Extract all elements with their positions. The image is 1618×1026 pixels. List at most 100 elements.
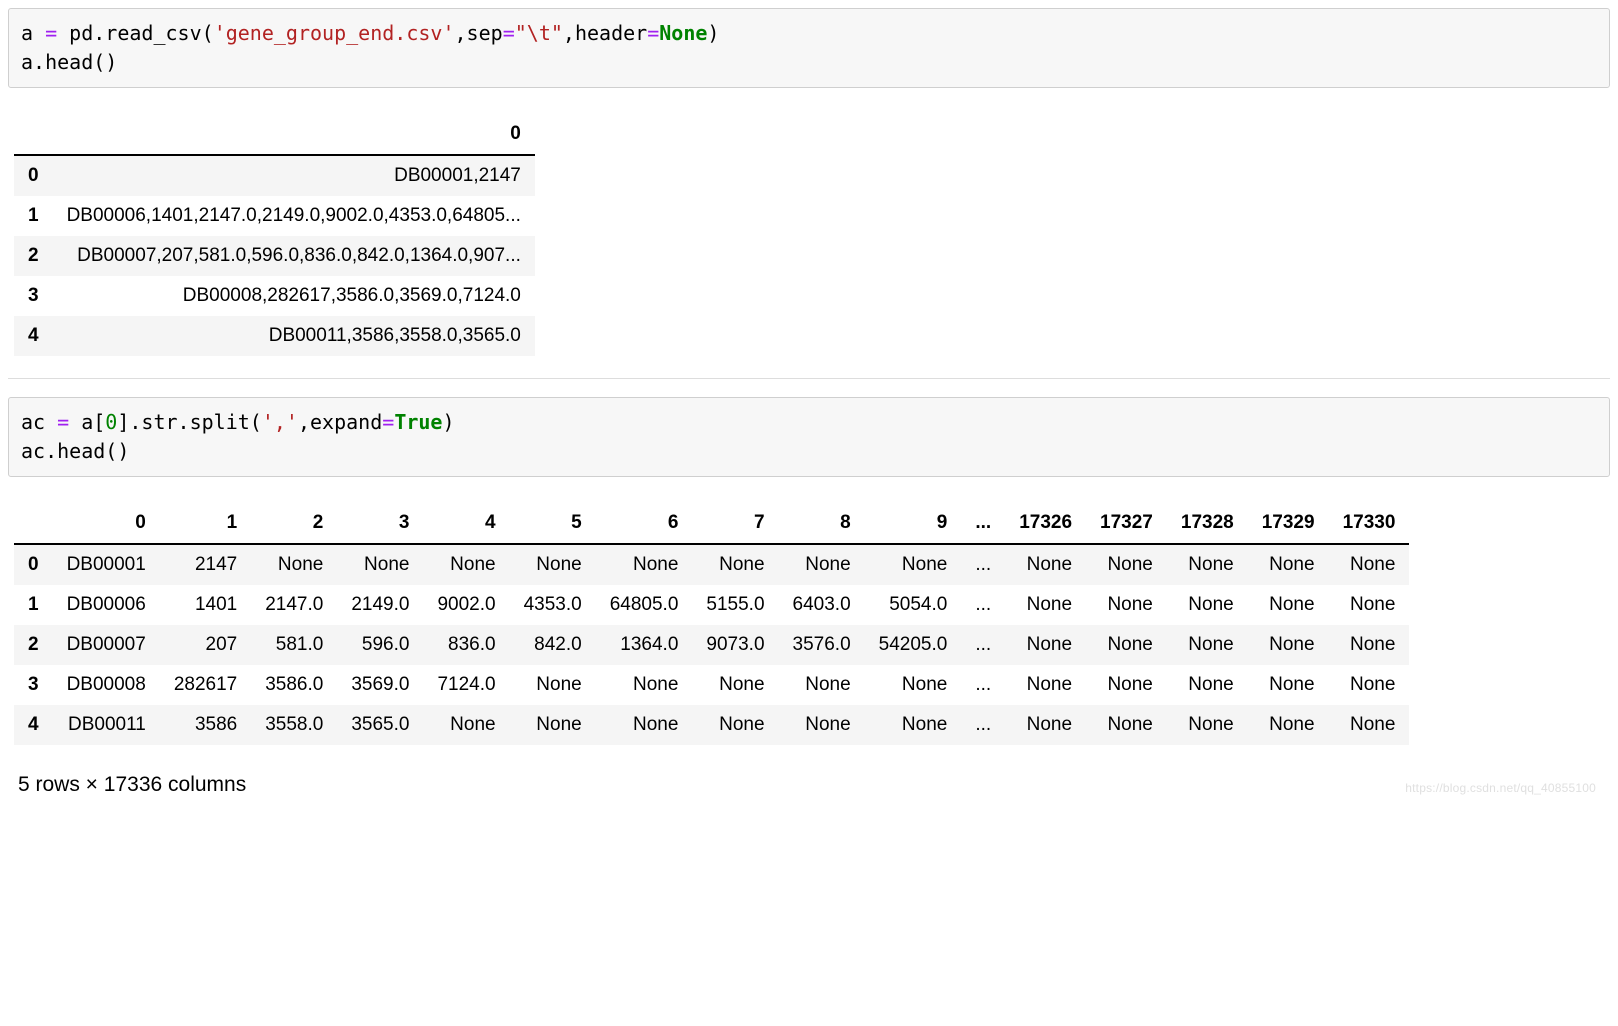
row-index: 1 (14, 585, 53, 625)
code-cell-2[interactable]: ac = a[0].str.split(',',expand=True) ac.… (8, 397, 1610, 477)
code-line: a = pd.read_csv('gene_group_end.csv',sep… (21, 21, 719, 45)
cell: None (510, 705, 596, 745)
col-header: 3 (337, 503, 423, 544)
col-header: 17327 (1086, 503, 1167, 544)
row-index: 3 (14, 276, 53, 316)
table-row: 4DB00011,3586,3558.0,3565.0 (14, 316, 535, 356)
col-header: 17329 (1248, 503, 1329, 544)
code-cell-1[interactable]: a = pd.read_csv('gene_group_end.csv',sep… (8, 8, 1610, 88)
dataframe-1: 0 0DB00001,21471DB00006,1401,2147.0,2149… (14, 114, 535, 356)
cell: DB00011 (53, 705, 160, 745)
output-2: 0123456789...1732617327173281732917330 0… (8, 477, 1610, 801)
cell: None (1329, 705, 1410, 745)
cell: DB00006,1401,2147.0,2149.0,9002.0,4353.0… (53, 196, 535, 236)
cell: None (1167, 544, 1248, 585)
cell: None (423, 705, 509, 745)
col-header: 2 (251, 503, 337, 544)
table-row: 2DB00007,207,581.0,596.0,836.0,842.0,136… (14, 236, 535, 276)
table-row: 1DB0000614012147.02149.09002.04353.06480… (14, 585, 1409, 625)
cell: None (1005, 625, 1086, 665)
cell: None (692, 544, 778, 585)
cell: None (1086, 625, 1167, 665)
cell: None (1167, 585, 1248, 625)
cell: None (1086, 544, 1167, 585)
cell: None (779, 705, 865, 745)
cell: None (692, 665, 778, 705)
dataframe-2: 0123456789...1732617327173281732917330 0… (14, 503, 1409, 745)
cell: None (596, 665, 693, 705)
col-header: 0 (53, 114, 535, 155)
index-corner (14, 114, 53, 155)
cell: 1401 (160, 585, 251, 625)
cell: None (1248, 705, 1329, 745)
cell: 1364.0 (596, 625, 693, 665)
cell: None (1167, 665, 1248, 705)
cell: DB00007,207,581.0,596.0,836.0,842.0,1364… (53, 236, 535, 276)
cell: DB00007 (53, 625, 160, 665)
cell: 54205.0 (865, 625, 962, 665)
shape-note: 5 rows × 17336 columns (18, 773, 1604, 797)
row-index: 4 (14, 705, 53, 745)
code-line: a.head() (21, 50, 117, 74)
table-row: 0DB000012147NoneNoneNoneNoneNoneNoneNone… (14, 544, 1409, 585)
cell: 581.0 (251, 625, 337, 665)
col-header: 4 (423, 503, 509, 544)
row-index: 4 (14, 316, 53, 356)
cell: None (1329, 665, 1410, 705)
cell: DB00001,2147 (53, 155, 535, 196)
cell: None (1167, 625, 1248, 665)
col-header: 7 (692, 503, 778, 544)
col-header: 9 (865, 503, 962, 544)
watermark: https://blog.csdn.net/qq_40855100 (1405, 781, 1596, 795)
col-header: 17326 (1005, 503, 1086, 544)
cell: DB00001 (53, 544, 160, 585)
cell: 64805.0 (596, 585, 693, 625)
cell: 3586.0 (251, 665, 337, 705)
cell: None (865, 544, 962, 585)
cell: 836.0 (423, 625, 509, 665)
cell: None (1329, 544, 1410, 585)
cell: 9073.0 (692, 625, 778, 665)
cell: None (510, 665, 596, 705)
cell: 5054.0 (865, 585, 962, 625)
cell: None (1086, 705, 1167, 745)
cell: None (1248, 665, 1329, 705)
cell: 282617 (160, 665, 251, 705)
cell: 7124.0 (423, 665, 509, 705)
cell: 2147 (160, 544, 251, 585)
cell: None (779, 544, 865, 585)
cell: None (1086, 585, 1167, 625)
cell: None (1248, 544, 1329, 585)
cell: None (1086, 665, 1167, 705)
code-line: ac = a[0].str.split(',',expand=True) (21, 410, 455, 434)
cell: 3576.0 (779, 625, 865, 665)
cell: 3565.0 (337, 705, 423, 745)
cell: None (1005, 665, 1086, 705)
row-index: 0 (14, 155, 53, 196)
cell: 6403.0 (779, 585, 865, 625)
cell: 3586 (160, 705, 251, 745)
cell: ... (961, 705, 1005, 745)
col-header: 6 (596, 503, 693, 544)
cell: None (1329, 625, 1410, 665)
cell: 4353.0 (510, 585, 596, 625)
cell: None (423, 544, 509, 585)
cell: None (1167, 705, 1248, 745)
cell: DB00006 (53, 585, 160, 625)
table-row: 3DB00008,282617,3586.0,3569.0,7124.0 (14, 276, 535, 316)
cell: DB00008 (53, 665, 160, 705)
cell: None (1005, 544, 1086, 585)
cell: ... (961, 585, 1005, 625)
cell: None (779, 665, 865, 705)
cell: ... (961, 625, 1005, 665)
cell: None (865, 665, 962, 705)
cell: 3569.0 (337, 665, 423, 705)
cell: None (510, 544, 596, 585)
cell: None (337, 544, 423, 585)
cell: None (1005, 585, 1086, 625)
col-header: 8 (779, 503, 865, 544)
cell: DB00011,3586,3558.0,3565.0 (53, 316, 535, 356)
table-row: 0DB00001,2147 (14, 155, 535, 196)
row-index: 1 (14, 196, 53, 236)
cell: None (692, 705, 778, 745)
